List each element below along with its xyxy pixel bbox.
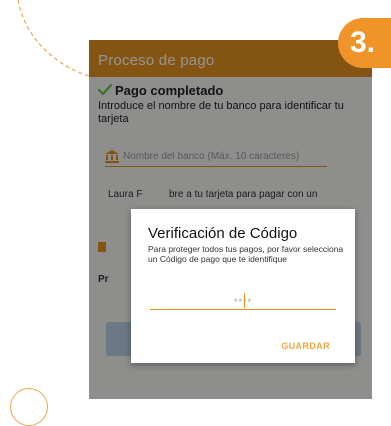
save-button[interactable]: GUARDAR	[281, 341, 330, 351]
dialog-body: Para proteger todos tus pagos, por favor…	[148, 244, 344, 264]
text-cursor	[244, 293, 245, 308]
dialog-title: Verificación de Código	[148, 225, 298, 242]
code-verification-dialog: Verificación de Código Para proteger tod…	[131, 209, 355, 363]
payment-code-input[interactable]	[150, 295, 336, 310]
decorative-circle	[10, 388, 48, 426]
step-badge: 3.	[338, 18, 391, 68]
